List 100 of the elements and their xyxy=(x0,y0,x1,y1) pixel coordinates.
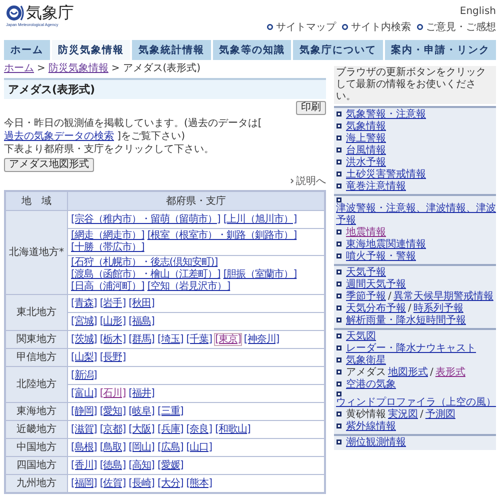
prefecture-link[interactable]: [長崎] xyxy=(128,478,154,488)
prefecture-link[interactable]: [岐阜] xyxy=(128,406,154,416)
prefecture-link[interactable]: [佐賀] xyxy=(100,478,126,488)
prefecture-link[interactable]: [上川（旭川市）] xyxy=(223,214,297,224)
menu-link[interactable]: 解析雨量・降水短時間予報 xyxy=(346,315,466,327)
breadcrumb-link[interactable]: ホーム xyxy=(4,63,34,75)
utility-link[interactable]: サイト内検索 xyxy=(351,20,411,34)
prefecture-link[interactable]: [岡山] xyxy=(128,442,154,452)
prefecture-link[interactable]: [青森] xyxy=(71,298,97,308)
prefecture-link[interactable]: [広島] xyxy=(157,442,184,452)
prefecture-link[interactable]: [山梨] xyxy=(71,352,97,362)
prefecture-link[interactable]: [福井] xyxy=(128,388,154,398)
prefecture-link[interactable]: [網走（網走市）] xyxy=(71,230,144,241)
prefecture-link[interactable]: [空知（岩見沢市）] xyxy=(147,281,230,292)
menu-text: アメダス xyxy=(346,367,386,378)
menu-link[interactable]: 潮位観測情報 xyxy=(346,437,406,449)
menu-link[interactable]: 東海地震関連情報 xyxy=(346,239,426,251)
nav-tab[interactable]: 気象等の知識 xyxy=(212,40,293,60)
menu-link[interactable]: 天気図 xyxy=(346,331,376,343)
prefecture-link[interactable]: [埼玉] xyxy=(157,334,184,344)
menu-link[interactable]: 気象衛星 xyxy=(346,355,386,367)
menu-link[interactable]: 地図形式 xyxy=(388,367,428,379)
prefecture-link[interactable]: [日高（浦河町）] xyxy=(71,281,144,292)
prefecture-link[interactable]: [神奈川] xyxy=(244,334,280,344)
prefecture-link[interactable]: [石川] xyxy=(100,388,126,398)
prefecture-link[interactable]: [島根] xyxy=(71,442,97,452)
prefecture-link[interactable]: [静岡] xyxy=(71,406,97,416)
menu-link[interactable]: 気象警報・注意報 xyxy=(346,109,426,121)
prefecture-link[interactable]: [栃木] xyxy=(100,334,126,344)
menu-link[interactable]: 洪水予報 xyxy=(346,157,386,169)
menu-link[interactable]: 台風情報 xyxy=(346,145,386,157)
prefecture-link[interactable]: [宮城] xyxy=(71,316,97,326)
prefecture-link[interactable]: [東京] xyxy=(215,334,241,344)
prefecture-link[interactable]: [福島] xyxy=(128,316,154,326)
prefecture-link[interactable]: [愛媛] xyxy=(157,460,184,470)
region-cell: 北海道地方* xyxy=(5,210,68,294)
prefecture-link[interactable]: [熊本] xyxy=(186,478,212,488)
menu-link[interactable]: 地震情報 xyxy=(346,227,386,239)
prefecture-link[interactable]: [新潟] xyxy=(71,370,97,380)
prefecture-link[interactable]: [山口] xyxy=(186,442,212,452)
prefecture-link[interactable]: [群馬] xyxy=(128,334,154,344)
prefecture-link[interactable]: [和歌山] xyxy=(215,424,250,434)
prefecture-link[interactable]: [福岡] xyxy=(71,478,97,488)
prefecture-link[interactable]: [鳥取] xyxy=(100,442,126,452)
prefecture-link[interactable]: [滋賀] xyxy=(71,424,97,434)
menu-link[interactable]: 海上警報 xyxy=(346,133,386,145)
print-button[interactable]: 印刷 xyxy=(296,101,326,115)
menu-link[interactable]: 気象情報 xyxy=(346,121,386,133)
prefecture-link[interactable]: [富山] xyxy=(71,388,97,398)
nav-tab[interactable]: 案内・申請・リンク xyxy=(384,40,496,60)
menu-link[interactable]: 季節予報 xyxy=(346,291,386,303)
prefecture-link[interactable]: [香川] xyxy=(71,460,97,470)
data-search-link[interactable]: 過去の気象データの検索 xyxy=(4,131,114,142)
nav-tab[interactable]: 気象庁について xyxy=(293,40,384,60)
nav-tab[interactable]: 気象統計情報 xyxy=(132,40,212,60)
prefecture-link[interactable]: [長野] xyxy=(100,352,126,362)
prefecture-link[interactable]: [兵庫] xyxy=(157,424,184,434)
menu-link[interactable]: 天気予報 xyxy=(346,267,386,279)
english-link[interactable]: English xyxy=(460,6,496,17)
menu-link[interactable]: 空港の気象 xyxy=(346,379,396,391)
prefecture-link[interactable]: [千葉] xyxy=(186,334,212,344)
prefecture-link[interactable]: [根室（根室市）・釧路（釧路市）] xyxy=(147,230,297,241)
menu-link[interactable]: 実況図 xyxy=(388,409,418,421)
prefecture-link[interactable]: [高知] xyxy=(128,460,154,470)
menu-link[interactable]: 噴火予報・警報 xyxy=(346,251,416,263)
breadcrumb-link[interactable]: 防災気象情報 xyxy=(48,63,108,75)
prefecture-link[interactable]: [石狩（札幌市）・後志(倶知安町)] xyxy=(71,257,218,268)
menu-link[interactable]: 竜巻注意情報 xyxy=(346,181,406,193)
menu-link[interactable]: 表形式 xyxy=(435,367,466,379)
prefecture-link[interactable]: [大分] xyxy=(157,478,184,488)
menu-link[interactable]: 時系列予報 xyxy=(413,303,464,315)
prefecture-link[interactable]: [奈良] xyxy=(186,424,212,434)
menu-link[interactable]: ウィンドプロファイラ（上空の風） xyxy=(336,397,496,409)
prefecture-link[interactable]: [徳島] xyxy=(100,460,126,470)
menu-link[interactable]: 津波警報・注意報、津波情報、津波予報 xyxy=(336,203,496,227)
menu-link[interactable]: 週間天気予報 xyxy=(346,279,406,291)
menu-link[interactable]: 紫外線情報 xyxy=(346,421,396,433)
prefecture-link[interactable]: [三重] xyxy=(157,406,184,416)
map-view-button[interactable]: アメダス地図形式 xyxy=(4,158,94,172)
menu-link[interactable]: 天気分布予報 xyxy=(346,303,406,315)
utility-link[interactable]: サイトマップ xyxy=(276,20,336,34)
bullet-icon xyxy=(336,411,342,417)
menu-link[interactable]: 異常天候早期警戒情報 xyxy=(393,291,494,303)
prefecture-link[interactable]: [愛知] xyxy=(100,406,126,416)
prefecture-link[interactable]: [胆振（室蘭市）] xyxy=(223,269,297,280)
menu-link[interactable]: レーダー・降水ナウキャスト xyxy=(346,343,476,355)
prefecture-link[interactable]: [茨城] xyxy=(71,334,97,344)
menu-link[interactable]: 土砂災害警戒情報 xyxy=(346,169,426,181)
prefecture-link[interactable]: [十勝（帯広市）] xyxy=(71,242,144,253)
nav-tab[interactable]: 防災気象情報 xyxy=(52,40,132,60)
prefecture-link[interactable]: [宗谷（稚内市）・留萌（留萌市）] xyxy=(71,214,220,224)
prefecture-link[interactable]: [岩手] xyxy=(100,298,126,308)
prefecture-link[interactable]: [渡島（函館市）・檜山（江差町）] xyxy=(71,269,220,280)
prefecture-link[interactable]: [大阪] xyxy=(128,424,154,434)
prefecture-link[interactable]: [京都] xyxy=(100,424,126,434)
menu-link[interactable]: 予測図 xyxy=(425,409,456,421)
prefecture-link[interactable]: [秋田] xyxy=(128,298,154,308)
utility-link[interactable]: ご意見・ご感想 xyxy=(426,20,496,34)
prefecture-link[interactable]: [山形] xyxy=(100,316,126,326)
help-link[interactable]: 説明へ xyxy=(296,174,326,188)
